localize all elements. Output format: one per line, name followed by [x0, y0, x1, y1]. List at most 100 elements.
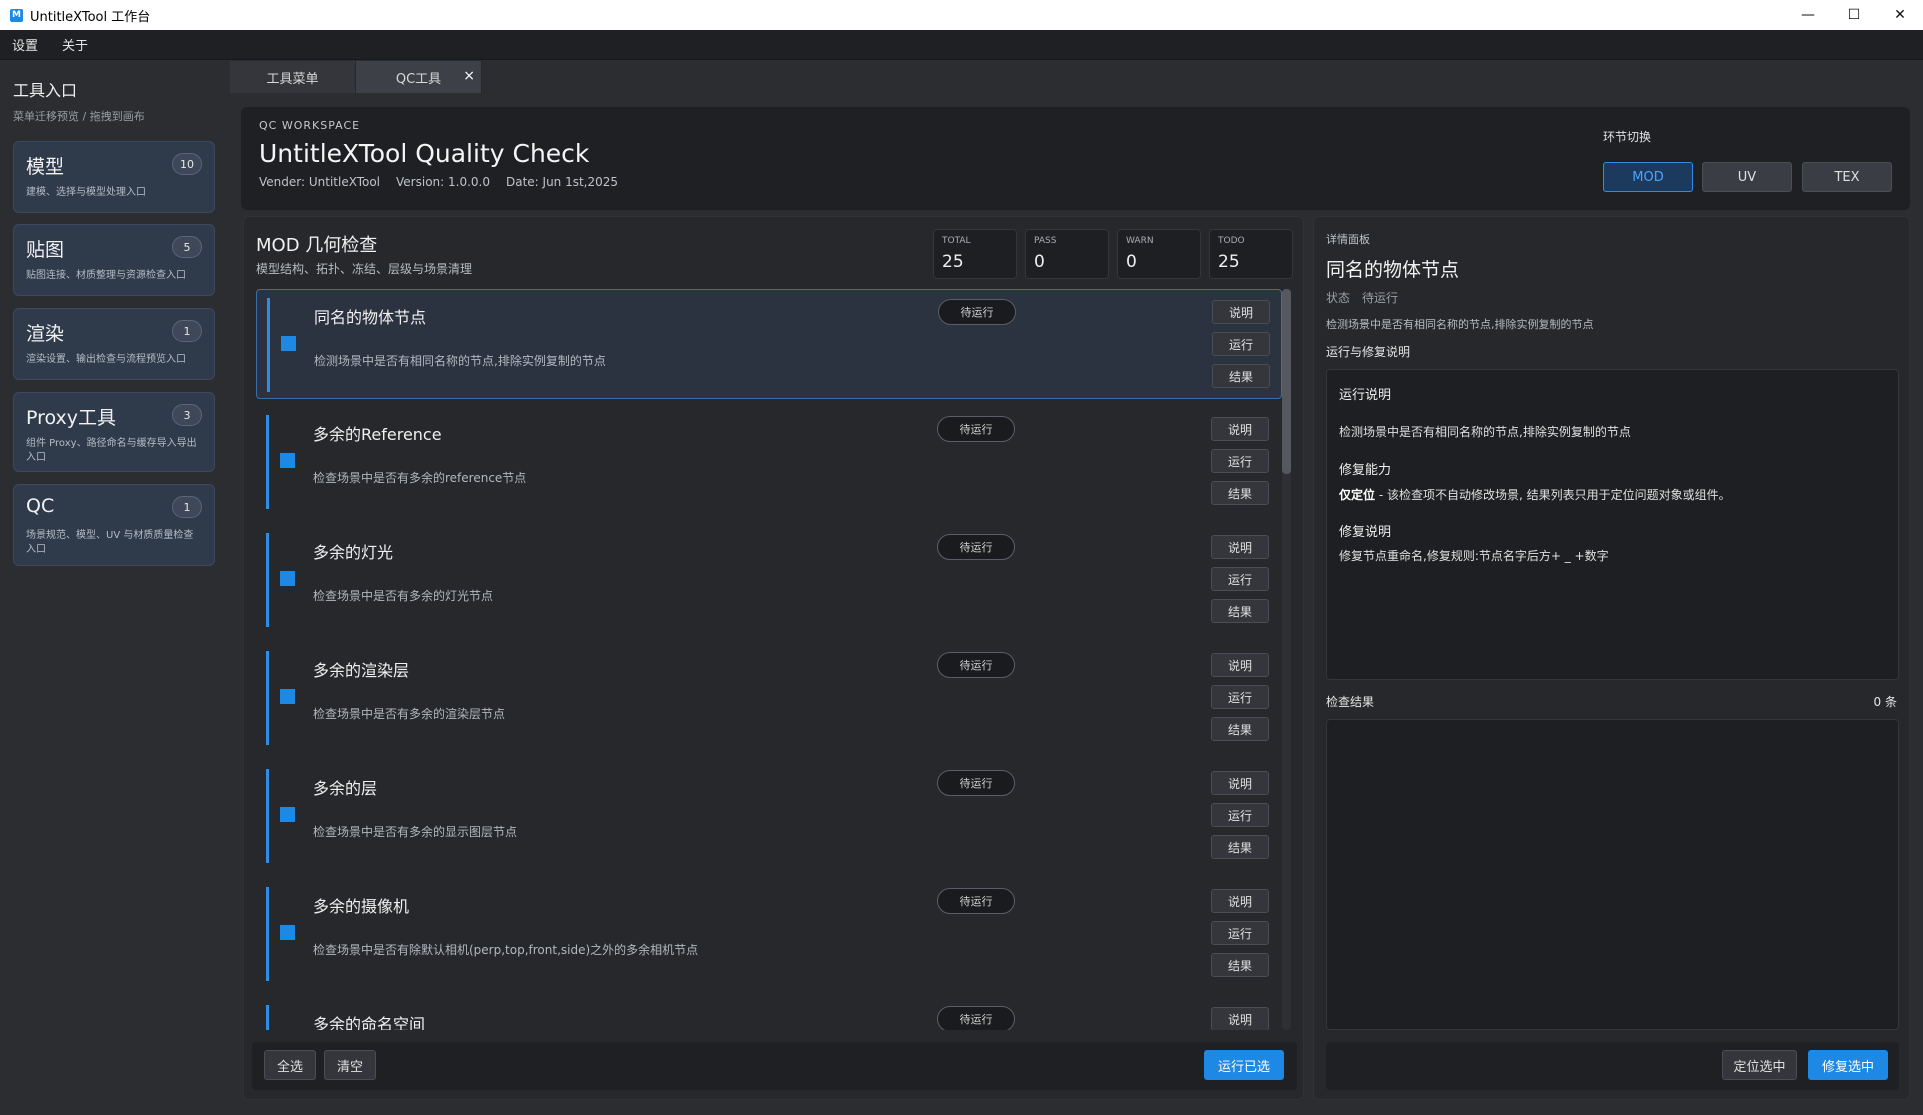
select-all-button[interactable]: 全选 — [264, 1050, 316, 1080]
row-accent-bar — [266, 1005, 269, 1030]
info-button[interactable]: 说明 — [1211, 1007, 1269, 1030]
card-name: QC — [26, 495, 55, 517]
info-button[interactable]: 说明 — [1211, 889, 1269, 913]
result-button[interactable]: 结果 — [1211, 835, 1269, 859]
check-item-row[interactable]: 同名的物体节点 检测场景中是否有相同名称的节点,排除实例复制的节点 待运行 说明… — [256, 289, 1282, 399]
meta-version: Version: 1.0.0.0 — [396, 175, 490, 189]
check-item-row[interactable]: 多余的渲染层 检查场景中是否有多余的渲染层节点 待运行 说明 运行 结果 — [256, 643, 1282, 753]
fix-capability-strong: 仅定位 — [1339, 488, 1376, 502]
select-checkbox[interactable] — [280, 453, 295, 468]
sidebar-card-texture[interactable]: 贴图 5 贴图连接、材质整理与资源检查入口 — [13, 224, 215, 296]
detail-panel: 详情面板 同名的物体节点 状态 待运行 检测场景中是否有相同名称的节点,排除实例… — [1313, 216, 1910, 1100]
card-count-badge: 5 — [172, 236, 202, 258]
scrollbar-thumb[interactable] — [1282, 289, 1291, 474]
check-name: 多余的层 — [313, 779, 378, 798]
tab-tool-menu[interactable]: 工具菜单 — [230, 61, 356, 93]
menu-about[interactable]: 关于 — [50, 35, 100, 54]
locate-selected-button[interactable]: 定位选中 — [1722, 1050, 1797, 1080]
status-label: 状态 — [1326, 291, 1351, 305]
stage-uv-button[interactable]: UV — [1702, 162, 1792, 192]
detail-description: 检测场景中是否有相同名称的节点,排除实例复制的节点 — [1326, 318, 1594, 331]
sidebar-card-qc[interactable]: QC 1 场景规范、模型、UV 与材质质量检查入口 — [13, 484, 215, 566]
detail-title: 同名的物体节点 — [1326, 259, 1460, 281]
tab-label: QC工具 — [395, 71, 442, 87]
header-kicker: QC WORKSPACE — [259, 119, 361, 132]
row-accent-bar — [267, 298, 270, 392]
check-name: 多余的摄像机 — [313, 897, 410, 916]
check-desc: 检测场景中是否有相同名称的节点,排除实例复制的节点 — [314, 354, 606, 368]
info-button[interactable]: 说明 — [1211, 417, 1269, 441]
check-item-row[interactable]: 多余的Reference 检查场景中是否有多余的reference节点 待运行 … — [256, 407, 1282, 517]
stat-value: 0 — [1034, 252, 1045, 272]
check-item-row[interactable]: 多余的摄像机 检查场景中是否有除默认相机(perp,top,front,side… — [256, 879, 1282, 989]
run-button[interactable]: 运行 — [1211, 685, 1269, 709]
check-desc: 检查场景中是否有多余的灯光节点 — [313, 589, 494, 603]
run-button[interactable]: 运行 — [1211, 921, 1269, 945]
run-button[interactable]: 运行 — [1212, 332, 1270, 356]
sidebar-title: 工具入口 — [13, 81, 78, 100]
maximize-button[interactable]: ☐ — [1831, 0, 1877, 30]
window-controls: — ☐ ✕ — [1785, 0, 1923, 30]
card-desc: 贴图连接、材质整理与资源检查入口 — [26, 270, 186, 281]
status-badge: 待运行 — [937, 534, 1015, 560]
tab-qc-tool[interactable]: QC工具 × — [356, 61, 482, 93]
result-button[interactable]: 结果 — [1212, 364, 1270, 388]
check-name: 多余的命名空间 — [313, 1015, 426, 1030]
sidebar-card-proxy[interactable]: Proxy工具 3 组件 Proxy、路径命名与缓存导入导出入口 — [13, 392, 215, 472]
list-scrollbar[interactable] — [1282, 289, 1291, 1030]
check-name: 同名的物体节点 — [314, 308, 427, 327]
result-button[interactable]: 结果 — [1211, 599, 1269, 623]
select-checkbox[interactable] — [280, 571, 295, 586]
check-item-row[interactable]: 多余的灯光 检查场景中是否有多余的灯光节点 待运行 说明 运行 结果 — [256, 525, 1282, 635]
check-item-row[interactable]: 多余的层 检查场景中是否有多余的显示图层节点 待运行 说明 运行 结果 — [256, 761, 1282, 871]
notes-box: 运行说明 检测场景中是否有相同名称的节点,排除实例复制的节点 修复能力 仅定位 … — [1326, 369, 1899, 680]
card-desc: 渲染设置、输出检查与流程预览入口 — [26, 354, 186, 365]
stat-label: WARN — [1126, 236, 1154, 246]
select-checkbox[interactable] — [281, 336, 296, 351]
clear-button[interactable]: 清空 — [324, 1050, 376, 1080]
run-button[interactable]: 运行 — [1211, 449, 1269, 473]
minimize-button[interactable]: — — [1785, 0, 1831, 30]
info-button[interactable]: 说明 — [1212, 300, 1270, 324]
run-button[interactable]: 运行 — [1211, 803, 1269, 827]
select-checkbox[interactable] — [280, 925, 295, 940]
window-titlebar: M UntitleXTool 工作台 — ☐ ✕ — [0, 0, 1923, 30]
sidebar-card-render[interactable]: 渲染 1 渲染设置、输出检查与流程预览入口 — [13, 308, 215, 380]
select-checkbox[interactable] — [280, 807, 295, 822]
info-button[interactable]: 说明 — [1211, 535, 1269, 559]
check-desc: 检查场景中是否有多余的reference节点 — [313, 471, 527, 485]
info-button[interactable]: 说明 — [1211, 771, 1269, 795]
check-desc: 检查场景中是否有多余的渲染层节点 — [313, 707, 506, 721]
close-window-button[interactable]: ✕ — [1877, 0, 1923, 30]
select-checkbox[interactable] — [280, 689, 295, 704]
fix-capability-text: 仅定位 - 该检查项不自动修改场景, 结果列表只用于定位问题对象或组件。 — [1339, 486, 1731, 503]
run-selected-button[interactable]: 运行已选 — [1204, 1050, 1284, 1080]
run-button[interactable]: 运行 — [1211, 567, 1269, 591]
fix-selected-button[interactable]: 修复选中 — [1808, 1050, 1888, 1080]
result-button[interactable]: 结果 — [1211, 481, 1269, 505]
menu-settings[interactable]: 设置 — [0, 35, 50, 54]
panel-subtitle: 模型结构、拓扑、冻结、层级与场景清理 — [256, 262, 473, 276]
check-item-row[interactable]: 多余的命名空间 待运行 说明 运行 结果 — [256, 997, 1282, 1030]
stage-mod-button[interactable]: MOD — [1603, 162, 1693, 192]
close-tab-icon[interactable]: × — [463, 68, 475, 84]
menu-bar: 设置 关于 — [0, 30, 1923, 60]
app-icon: M — [10, 8, 23, 22]
result-button[interactable]: 结果 — [1211, 717, 1269, 741]
header-meta: Vender: UntitleXTool Version: 1.0.0.0 Da… — [259, 175, 618, 189]
stat-value: 25 — [942, 252, 964, 272]
qc-header: QC WORKSPACE UntitleXTool Quality Check … — [241, 107, 1910, 210]
panel-title: MOD 几何检查 — [256, 235, 378, 256]
info-button[interactable]: 说明 — [1211, 653, 1269, 677]
sidebar-card-model[interactable]: 模型 10 建模、选择与模型处理入口 — [13, 141, 215, 213]
stage-tex-button[interactable]: TEX — [1802, 162, 1892, 192]
notes-heading: 运行与修复说明 — [1326, 345, 1411, 359]
stat-label: TOTAL — [942, 236, 971, 246]
result-button[interactable]: 结果 — [1211, 953, 1269, 977]
results-list[interactable] — [1326, 719, 1899, 1030]
row-accent-bar — [266, 533, 269, 627]
check-name: 多余的Reference — [313, 425, 442, 444]
check-list-panel: MOD 几何检查 模型结构、拓扑、冻结、层级与场景清理 TOTAL 25 PAS… — [243, 216, 1304, 1100]
card-count-badge: 3 — [172, 404, 202, 426]
fix-capability-rest: - 该检查项不自动修改场景, 结果列表只用于定位问题对象或组件。 — [1375, 488, 1731, 502]
